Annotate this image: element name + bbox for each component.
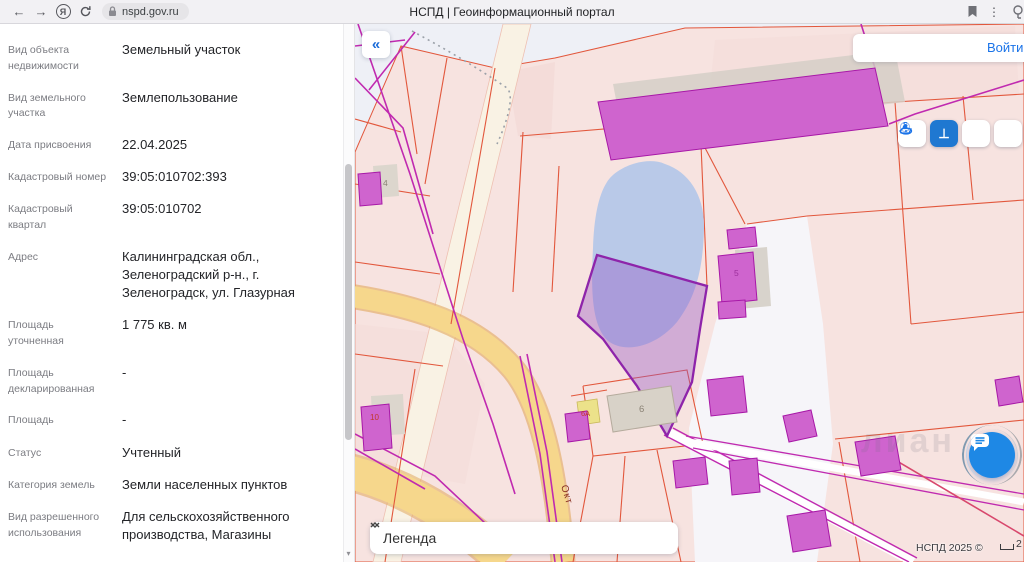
address-bar[interactable]: nspd.gov.ru <box>102 3 189 20</box>
field-label: Категория земель <box>8 476 110 494</box>
field-value: Калининградская обл., Зеленоградский р-н… <box>122 248 328 303</box>
field-label: Кадастровый квартал <box>8 200 110 234</box>
field-value: Учтенный <box>122 444 181 462</box>
object-info-panel: Вид объекта недвижимости Земельный участ… <box>0 24 355 562</box>
legend-label: Легенда <box>383 530 436 546</box>
reload-icon <box>79 5 92 18</box>
area-ellipse-icon: S <box>898 120 914 136</box>
collapse-panel-button[interactable]: « <box>362 31 390 58</box>
field-label: Кадастровый номер <box>8 168 110 186</box>
field-row: Кадастровый номер 39:05:010702:393 <box>0 161 340 193</box>
field-row: Статус Учтенный <box>0 437 340 469</box>
browser-window: ← → Я nspd.gov.ru НСПД | Геоинформационн… <box>0 0 1024 562</box>
scale-tick <box>1000 544 1014 550</box>
building-5 <box>718 252 757 304</box>
label-building-4: 4 <box>383 178 388 188</box>
field-row: Вид земельного участка Землепользование <box>0 82 340 130</box>
sidebar-scrollbar-thumb[interactable] <box>345 164 352 440</box>
field-label: Форма собственности <box>8 558 110 562</box>
page-content: Вид объекта недвижимости Земельный участ… <box>0 24 1024 562</box>
label-building-6: 6 <box>639 404 644 415</box>
field-row: Форма собственности Частная <box>0 551 340 562</box>
field-label: Адрес <box>8 248 110 303</box>
field-row: Кадастровый квартал 39:05:010702 <box>0 193 340 241</box>
field-value: Земельный участок <box>122 41 240 75</box>
area-measure-tool-button[interactable]: S <box>962 120 990 147</box>
browser-toolbar: ← → Я nspd.gov.ru НСПД | Геоинформационн… <box>0 0 1024 24</box>
field-row: Адрес Калининградская обл., Зеленоградск… <box>0 241 340 310</box>
sidebar-scrollbar-track[interactable]: ▾ <box>343 24 354 562</box>
chevron-double-left-icon: « <box>372 36 380 53</box>
reload-button[interactable] <box>74 3 96 21</box>
back-button[interactable]: ← <box>8 3 30 21</box>
url-text: nspd.gov.ru <box>122 6 179 18</box>
field-row: Площадь уточненная 1 775 кв. м <box>0 309 340 357</box>
field-row: Вид разрешенного использования Для сельс… <box>0 501 340 551</box>
field-label: Площадь декларированная <box>8 364 110 398</box>
field-value: - <box>122 364 126 398</box>
building-4 <box>358 172 382 206</box>
field-row: Вид объекта недвижимости Земельный участ… <box>0 34 340 82</box>
scale-value: 2 <box>1016 538 1022 550</box>
map-attribution: НСПД 2025 © <box>916 542 983 554</box>
building-10 <box>361 404 392 451</box>
chat-bubble-icon <box>969 432 991 452</box>
login-panel: Войти <box>853 34 1024 62</box>
field-value: Частная <box>122 558 172 562</box>
field-row: Дата присвоения 22.04.2025 <box>0 129 340 161</box>
legend-dropdown[interactable]: Легенда <box>370 522 678 554</box>
coordinate-tool-button[interactable]: ⊥ <box>930 120 958 147</box>
yandex-browser-icon[interactable]: Я <box>52 3 74 21</box>
field-value: Для сельскохозяйственного производства, … <box>122 508 328 544</box>
toolbar-right: ⋮ <box>967 3 1016 21</box>
extension-icon[interactable] <box>1010 4 1024 20</box>
field-row: Площадь - <box>0 404 340 436</box>
field-label: Вид объекта недвижимости <box>8 41 110 75</box>
map-toolbar: ⊥ S S <box>898 120 1022 147</box>
field-row: Категория земель Земли населенных пункто… <box>0 469 340 501</box>
label-building-10: 10 <box>370 413 379 422</box>
ya-letter: Я <box>56 4 71 19</box>
field-value: - <box>122 411 126 429</box>
forward-button[interactable]: → <box>30 3 52 21</box>
scale-bar: 2 <box>1000 538 1022 550</box>
area-ellipse-tool-button[interactable]: S <box>994 120 1022 147</box>
field-row: Площадь декларированная - <box>0 357 340 405</box>
field-label: Площадь уточненная <box>8 316 110 350</box>
login-button[interactable]: Войти <box>987 40 1023 55</box>
field-label: Дата присвоения <box>8 136 110 154</box>
field-label: Площадь <box>8 411 110 429</box>
field-value: Землепользование <box>122 89 238 123</box>
perpendicular-icon: ⊥ <box>938 127 949 140</box>
lock-icon <box>108 6 117 17</box>
label-building-5: 5 <box>734 268 739 278</box>
field-label: Вид разрешенного использования <box>8 508 110 544</box>
bookmark-icon[interactable] <box>967 5 978 18</box>
object-fields: Вид объекта недвижимости Земельный участ… <box>0 30 340 562</box>
field-value: 22.04.2025 <box>122 136 187 154</box>
cadastral-map[interactable]: 4 5 6 6А 10 Окт <box>355 24 1024 562</box>
field-value: Земли населенных пунктов <box>122 476 287 494</box>
field-value: 1 775 кв. м <box>122 316 187 350</box>
field-value: 39:05:010702:393 <box>122 168 227 186</box>
scrollbar-down-arrow-icon[interactable]: ▾ <box>344 549 353 558</box>
field-label: Вид земельного участка <box>8 89 110 123</box>
chat-support-button[interactable] <box>969 432 1015 478</box>
field-label: Статус <box>8 444 110 462</box>
map-container: 4 5 6 6А 10 Окт лиан « Войти <box>355 24 1024 562</box>
label-plot-6a: 6А <box>581 409 590 418</box>
field-value: 39:05:010702 <box>122 200 202 234</box>
menu-kebab-icon[interactable]: ⋮ <box>988 3 1000 21</box>
